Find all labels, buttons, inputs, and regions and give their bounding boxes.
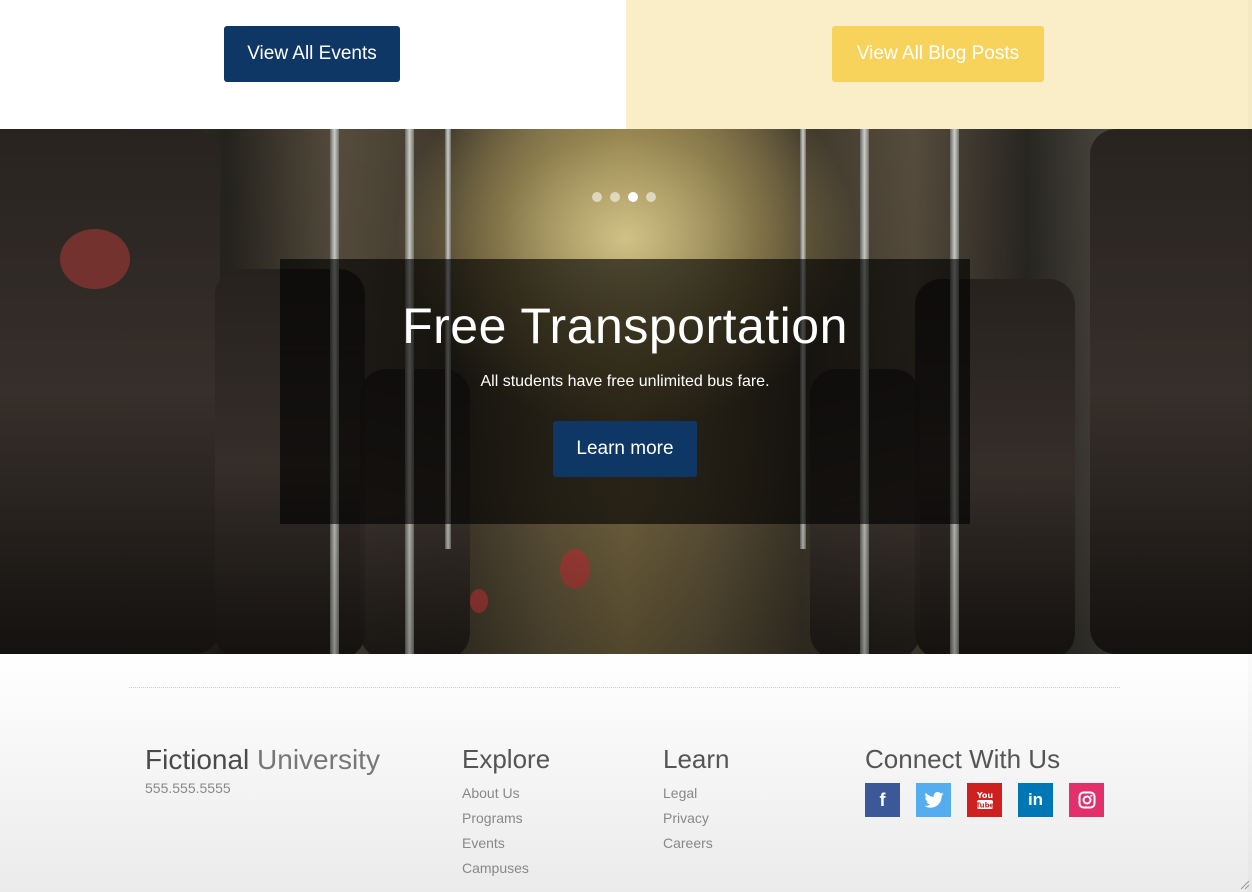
slider-dot-2[interactable] bbox=[610, 192, 620, 202]
learn-more-button[interactable]: Learn more bbox=[553, 421, 697, 477]
footer-learn-column: Learn Legal Privacy Careers bbox=[663, 744, 730, 860]
blog-panel: View All Blog Posts bbox=[626, 0, 1252, 129]
site-footer: Fictional University 555.555.5555 Explor… bbox=[0, 654, 1252, 892]
twitter-icon[interactable] bbox=[916, 783, 951, 817]
hero-slider: Free Transportation All students have fr… bbox=[0, 129, 1252, 654]
social-links: f You Tube in bbox=[865, 783, 1104, 817]
hero-title: Free Transportation bbox=[402, 298, 848, 354]
facebook-icon[interactable]: f bbox=[865, 783, 900, 817]
brand-name-light: University bbox=[257, 744, 380, 775]
youtube-icon[interactable]: You Tube bbox=[967, 783, 1002, 817]
footer-connect-column: Connect With Us f You Tube in bbox=[865, 744, 1104, 817]
footer-phone[interactable]: 555.555.5555 bbox=[145, 780, 231, 796]
connect-heading: Connect With Us bbox=[865, 744, 1061, 774]
slider-dots bbox=[592, 192, 656, 202]
instagram-icon[interactable] bbox=[1069, 783, 1104, 817]
footer-link-campuses[interactable]: Campuses bbox=[462, 860, 550, 876]
events-panel: View All Events bbox=[0, 0, 626, 129]
hero-subtitle: All students have free unlimited bus far… bbox=[480, 373, 770, 390]
footer-link-programs[interactable]: Programs bbox=[462, 810, 550, 826]
hero-caption-card: Free Transportation All students have fr… bbox=[280, 259, 970, 524]
learn-heading: Learn bbox=[663, 744, 730, 774]
footer-link-careers[interactable]: Careers bbox=[663, 835, 730, 851]
svg-text:Tube: Tube bbox=[975, 802, 994, 810]
footer-link-about-us[interactable]: About Us bbox=[462, 785, 550, 801]
slider-dot-1[interactable] bbox=[592, 192, 602, 202]
view-all-events-button[interactable]: View All Events bbox=[224, 26, 400, 82]
view-all-blog-posts-button[interactable]: View All Blog Posts bbox=[832, 26, 1044, 82]
explore-heading: Explore bbox=[462, 744, 551, 774]
footer-link-legal[interactable]: Legal bbox=[663, 785, 730, 801]
brand-name-bold: Fictional bbox=[145, 744, 250, 775]
footer-brand[interactable]: Fictional University bbox=[145, 744, 380, 776]
linkedin-icon[interactable]: in bbox=[1018, 783, 1053, 817]
svg-text:You: You bbox=[975, 791, 993, 800]
top-split-section: View All Events View All Blog Posts bbox=[0, 0, 1252, 129]
footer-link-privacy[interactable]: Privacy bbox=[663, 810, 730, 826]
slider-dot-3[interactable] bbox=[628, 192, 638, 202]
scrollbar[interactable] bbox=[1248, 0, 1252, 892]
footer-explore-column: Explore About Us Programs Events Campuse… bbox=[462, 744, 550, 885]
slider-dot-4[interactable] bbox=[646, 192, 656, 202]
footer-divider bbox=[129, 687, 1120, 688]
footer-link-events[interactable]: Events bbox=[462, 835, 550, 851]
